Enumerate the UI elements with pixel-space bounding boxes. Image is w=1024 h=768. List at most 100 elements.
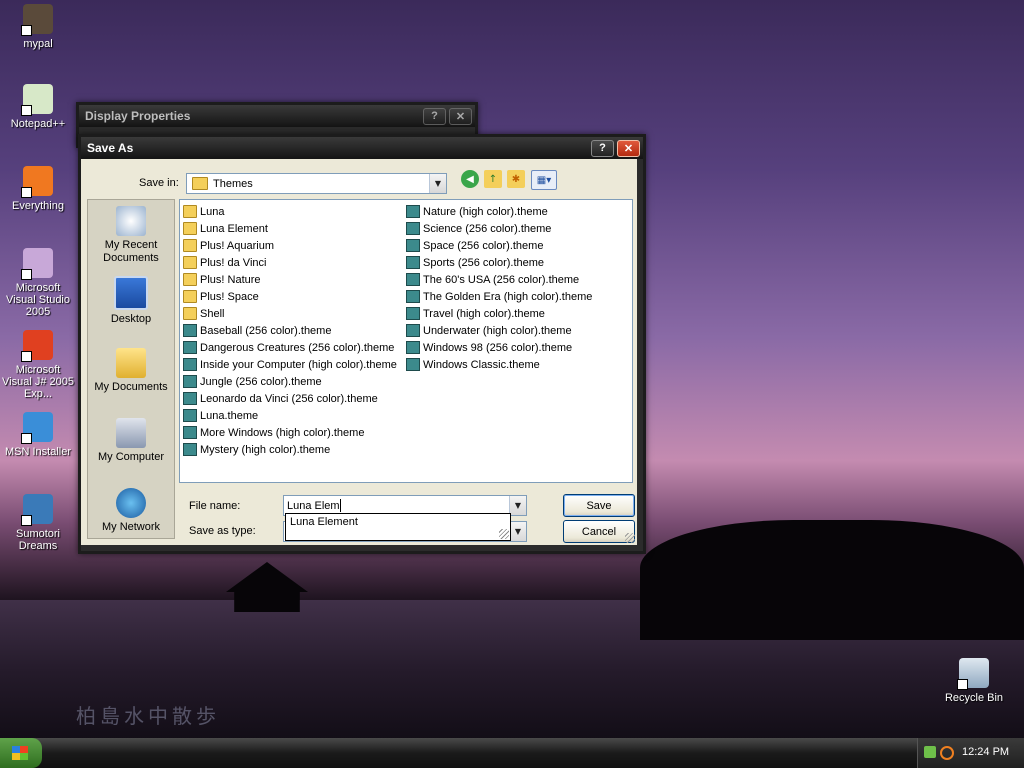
save-as-dialog[interactable]: Save As ? ✕ Save in: Themes ▼ ◀ ↑ ✱ ▦▾ M… [78, 134, 646, 554]
place-desktop[interactable]: Desktop [88, 276, 174, 326]
theme-file-icon [406, 307, 420, 320]
folder-icon [183, 256, 197, 269]
desktop-icon-item[interactable]: Microsoft Visual J# 2005 Exp... [0, 330, 76, 400]
theme-file-icon [406, 205, 420, 218]
file-name-text: Mystery (high color).theme [200, 443, 331, 456]
place-my-computer[interactable]: My Computer [88, 418, 174, 464]
resize-grip-icon[interactable] [499, 529, 509, 539]
theme-file-icon [406, 273, 420, 286]
display-properties-help-button[interactable]: ? [423, 107, 446, 125]
help-button[interactable]: ? [591, 139, 614, 157]
chevron-down-icon[interactable]: ▼ [509, 496, 526, 515]
file-list-item[interactable]: Mystery (high color).theme [183, 441, 397, 458]
my-computer-icon [116, 418, 146, 448]
file-name-text: More Windows (high color).theme [200, 426, 365, 439]
back-icon[interactable]: ◀ [461, 170, 479, 188]
desktop-icon-item[interactable]: mypal [0, 4, 76, 50]
file-list-item[interactable]: Travel (high color).theme [406, 305, 592, 322]
up-folder-icon[interactable]: ↑ [484, 170, 502, 188]
desktop-icon-item[interactable]: Notepad++ [0, 84, 76, 130]
recycle-bin[interactable]: Recycle Bin [936, 658, 1012, 704]
file-list-item[interactable]: Underwater (high color).theme [406, 322, 592, 339]
theme-file-icon [406, 239, 420, 252]
file-list[interactable]: Luna Luna Element Plus! Aquarium Plus! da V… [179, 199, 633, 483]
file-name-text: Travel (high color).theme [423, 307, 545, 320]
recycle-bin-label: Recycle Bin [944, 692, 1004, 704]
file-list-item[interactable]: Plus! Nature [183, 271, 397, 288]
file-list-item[interactable]: Plus! Aquarium [183, 237, 397, 254]
theme-file-icon [406, 256, 420, 269]
file-name-label: File name: [189, 500, 241, 512]
file-list-item[interactable]: Leonardo da Vinci (256 color).theme [183, 390, 397, 407]
file-list-item[interactable]: Windows 98 (256 color).theme [406, 339, 592, 356]
file-list-item[interactable]: Luna.theme [183, 407, 397, 424]
file-list-item[interactable]: The Golden Era (high color).theme [406, 288, 592, 305]
file-list-item[interactable]: Baseball (256 color).theme [183, 322, 397, 339]
chevron-down-icon[interactable]: ▼ [509, 522, 526, 541]
desktop-icon-item[interactable]: Microsoft Visual Studio 2005 [0, 248, 76, 318]
clock[interactable]: 12:24 PM [962, 746, 1009, 758]
file-list-item[interactable]: Dangerous Creatures (256 color).theme [183, 339, 397, 356]
save-as-type-label: Save as type: [189, 525, 256, 537]
folder-icon [183, 307, 197, 320]
file-list-item[interactable]: Jungle (256 color).theme [183, 373, 397, 390]
application-icon [21, 248, 53, 280]
file-list-item[interactable]: Nature (high color).theme [406, 203, 592, 220]
places-bar: My Recent Documents Desktop My Documents… [87, 199, 175, 539]
file-list-item[interactable]: Inside your Computer (high color).theme [183, 356, 397, 373]
file-list-item[interactable]: Science (256 color).theme [406, 220, 592, 237]
desktop-icon-label: Microsoft Visual Studio 2005 [5, 282, 70, 318]
wallpaper-palm-silhouette [640, 520, 1024, 640]
search-icon[interactable] [940, 746, 954, 760]
dialog-resize-grip-icon[interactable] [625, 533, 635, 543]
autocomplete-item[interactable]: Luna Element [286, 514, 510, 530]
file-name-text: Shell [200, 307, 225, 320]
theme-file-icon [183, 375, 197, 388]
file-name-text: Jungle (256 color).theme [200, 375, 322, 388]
application-icon [21, 330, 53, 362]
place-my-network[interactable]: My Network [88, 488, 174, 534]
folder-icon [183, 205, 197, 218]
file-list-item[interactable]: Windows Classic.theme [406, 356, 592, 373]
file-list-item[interactable]: Luna Element [183, 220, 397, 237]
place-my-documents[interactable]: My Documents [88, 348, 174, 394]
application-icon [21, 166, 53, 198]
chevron-down-icon[interactable]: ▼ [429, 174, 446, 193]
start-button[interactable] [0, 738, 42, 768]
desktop-icon-label: Notepad++ [10, 118, 66, 130]
desktop-icon-item[interactable]: MSN Installer [0, 412, 76, 458]
desktop-icon-item[interactable]: Everything [0, 166, 76, 212]
new-folder-icon[interactable]: ✱ [507, 170, 525, 188]
close-button[interactable]: ✕ [617, 139, 640, 157]
desktop-icon-label: Everything [12, 200, 64, 212]
place-my-recent-documents[interactable]: My Recent Documents [88, 206, 174, 265]
file-list-item[interactable]: Shell [183, 305, 397, 322]
file-name-text: Plus! Aquarium [200, 239, 274, 252]
file-list-item[interactable]: Luna [183, 203, 397, 220]
file-list-item[interactable]: Plus! da Vinci [183, 254, 397, 271]
save-button[interactable]: Save [563, 494, 635, 517]
folder-icon [183, 290, 197, 303]
wallpaper-hut-silhouette [226, 562, 308, 612]
file-name-text: Luna.theme [200, 409, 259, 422]
autocomplete-dropdown[interactable]: Luna Element [285, 513, 511, 541]
file-list-item[interactable]: More Windows (high color).theme [183, 424, 397, 441]
file-list-item[interactable]: Plus! Space [183, 288, 397, 305]
display-properties-close-button[interactable]: ✕ [449, 107, 472, 125]
file-list-item[interactable]: The 60's USA (256 color).theme [406, 271, 592, 288]
file-name-text: Baseball (256 color).theme [200, 324, 332, 337]
save-in-dropdown[interactable]: Themes ▼ [186, 173, 447, 194]
file-list-item[interactable]: Sports (256 color).theme [406, 254, 592, 271]
my-network-icon [116, 488, 146, 518]
application-icon [21, 494, 53, 526]
views-menu-icon[interactable]: ▦▾ [531, 170, 557, 190]
network-icon[interactable] [924, 746, 936, 758]
save-as-client-area: Save in: Themes ▼ ◀ ↑ ✱ ▦▾ My Recent Doc… [81, 159, 637, 545]
file-list-item[interactable]: Space (256 color).theme [406, 237, 592, 254]
file-name-text: Underwater (high color).theme [423, 324, 572, 337]
folder-icon [183, 239, 197, 252]
desktop-icon-item[interactable]: Sumotori Dreams [0, 494, 76, 552]
place-label: Desktop [110, 313, 152, 325]
my-documents-icon [116, 348, 146, 378]
taskbar: 12:24 PM [0, 738, 1024, 768]
